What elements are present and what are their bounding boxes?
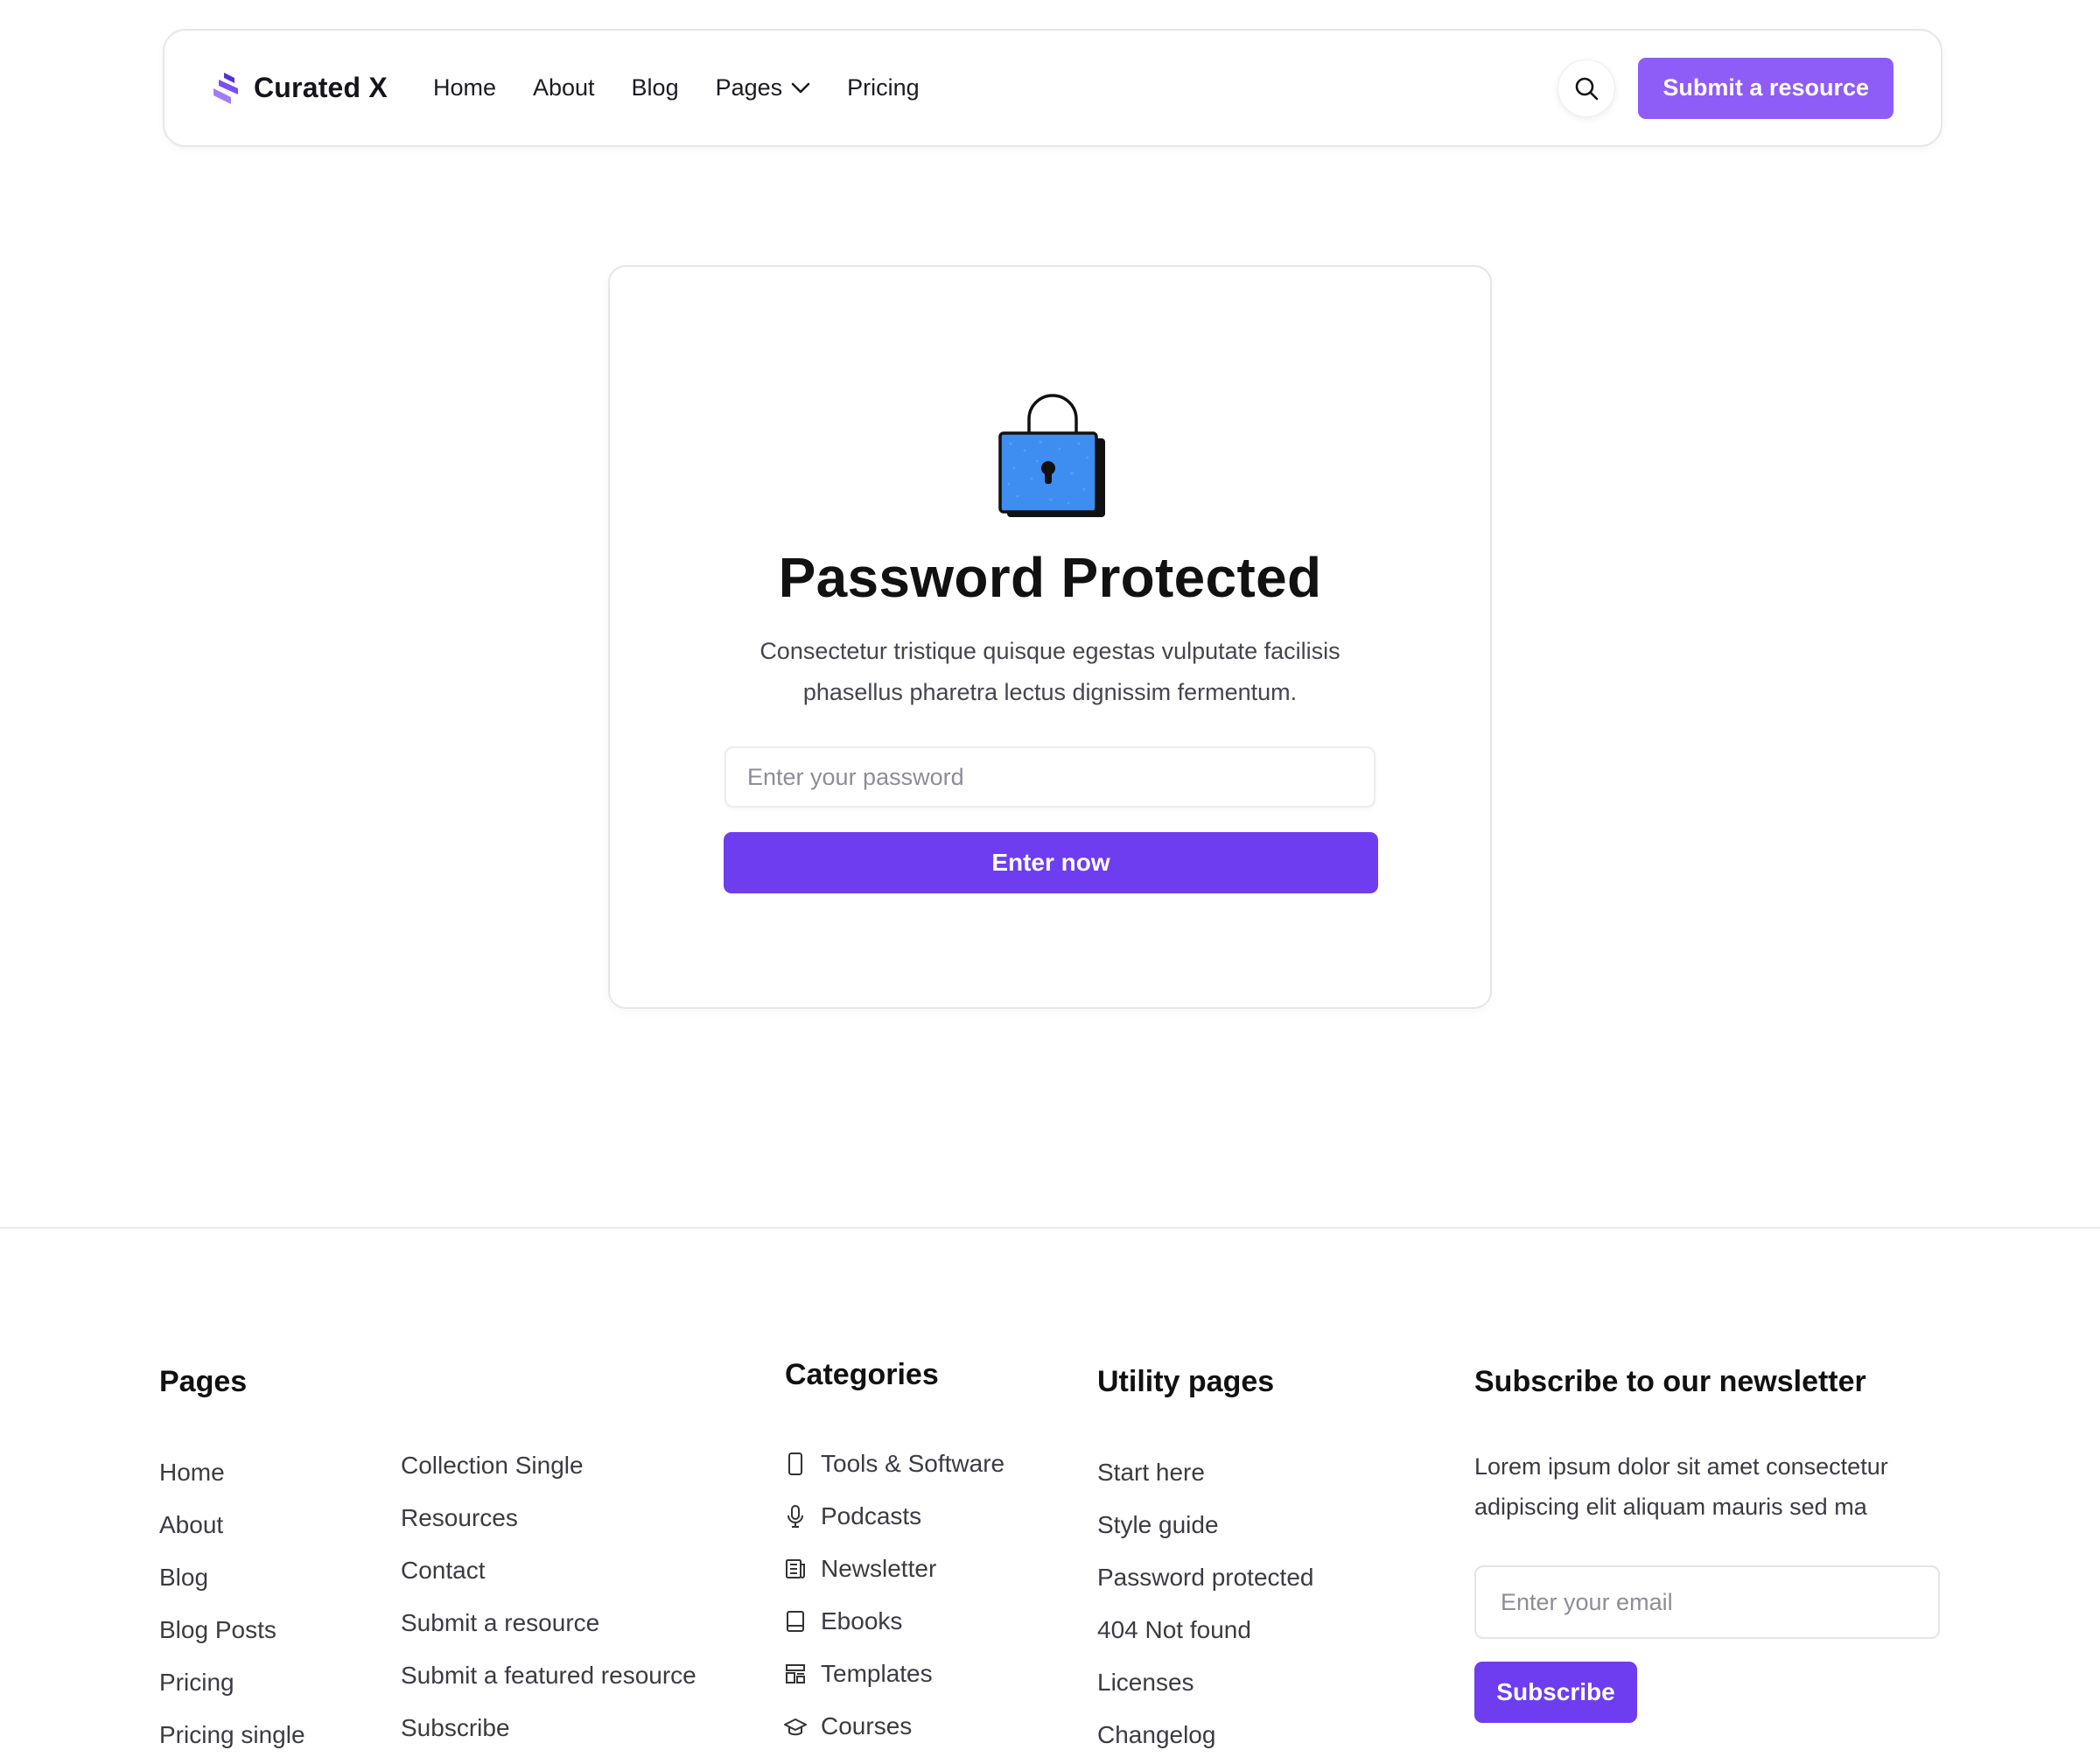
list-item: Blog Posts [159,1604,305,1656]
chevron-down-icon [791,82,810,93]
page: Curated X Home About Blog Pages Pricing … [0,0,2100,1764]
graduation-cap-icon [784,1718,807,1736]
nav-home-label: Home [432,74,496,101]
category-label: Templates [821,1660,933,1687]
book-icon [787,1611,804,1632]
list-item: Tools & Software [784,1438,1004,1490]
list-item: Changelog [1097,1709,1313,1761]
footer-categories-list: Tools & Software Podcasts Newsletter Ebo… [784,1438,1004,1753]
list-item: Blog [159,1551,305,1604]
category-newsletter[interactable]: Newsletter [784,1555,936,1583]
brand-link[interactable]: Curated X [212,71,388,106]
list-item: Templates [784,1648,1004,1700]
footer-link-about[interactable]: About [159,1511,223,1539]
footer-link-blog-posts[interactable]: Blog Posts [159,1616,276,1644]
footer-divider [0,1227,2100,1228]
list-item: Password protected [1097,1551,1313,1604]
list-item: Subscribe [401,1702,696,1754]
footer-pages-list-1: Home About Blog Blog Posts Pricing Prici… [159,1446,305,1761]
list-item: Pricing [159,1656,305,1709]
list-item: About [159,1499,305,1551]
submit-resource-button[interactable]: Submit a resource [1638,57,1894,119]
footer-link-blog[interactable]: Blog [159,1564,208,1592]
search-icon [1576,77,1599,100]
page-title: Password Protected [778,546,1322,609]
category-podcasts[interactable]: Podcasts [784,1502,921,1530]
list-item: Resources [401,1492,696,1544]
nav-blog-label: Blog [631,74,679,101]
nav-pricing-label: Pricing [847,74,920,101]
list-item: Newsletter [784,1543,1004,1595]
list-item: 404 Not found [1097,1604,1313,1656]
category-tools-software[interactable]: Tools & Software [784,1450,1004,1478]
footer-utility-heading: Utility pages [1097,1365,1275,1398]
newsletter-heading: Subscribe to our newsletter [1474,1365,1866,1398]
utility-link-password-protected[interactable]: Password protected [1097,1564,1313,1592]
footer-utility-list: Start here Style guide Password protecte… [1097,1446,1313,1761]
phone-icon [788,1452,802,1475]
footer-link-home[interactable]: Home [159,1459,225,1487]
list-item: Submit a featured resource [401,1649,696,1702]
footer-link-resources[interactable]: Resources [401,1504,518,1532]
category-label: Tools & Software [821,1450,1005,1477]
utility-link-404[interactable]: 404 Not found [1097,1616,1251,1644]
list-item: Courses [784,1700,1004,1753]
footer-link-collection-single[interactable]: Collection Single [401,1452,584,1480]
list-item: Contact [401,1544,696,1597]
curated-x-logo-icon [214,72,238,104]
password-input[interactable] [724,746,1376,808]
page-description: Consectetur tristique quisque egestas vu… [760,638,1340,705]
footer-categories-heading: Categories [785,1358,939,1391]
utility-link-licenses[interactable]: Licenses [1097,1669,1194,1697]
category-label: Courses [821,1712,913,1740]
newspaper-icon [786,1559,805,1578]
template-icon [786,1664,805,1684]
newsletter-email-input[interactable] [1474,1565,1940,1639]
password-card: Password Protected Consectetur tristique… [608,265,1492,1009]
footer-pages-heading: Pages [159,1365,248,1398]
nav-blog[interactable]: Blog [632,74,679,102]
nav-pages-label: Pages [715,74,783,101]
utility-link-start-here[interactable]: Start here [1097,1459,1205,1487]
category-ebooks[interactable]: Ebooks [784,1607,902,1635]
footer-link-subscribe[interactable]: Subscribe [401,1714,510,1742]
list-item: Pricing single [159,1709,305,1761]
newsletter-description: Lorem ipsum dolor sit amet consectetur a… [1474,1453,1888,1520]
list-item: Ebooks [784,1595,1004,1648]
footer-link-pricing-single[interactable]: Pricing single [159,1721,305,1749]
list-item: Podcasts [784,1490,1004,1543]
padlock-icon [998,394,1105,517]
footer-pages-list-2: Collection Single Resources Contact Subm… [401,1439,696,1754]
category-label: Ebooks [821,1607,903,1634]
subscribe-button[interactable]: Subscribe [1474,1662,1637,1723]
footer-link-submit-featured[interactable]: Submit a featured resource [401,1662,696,1690]
category-courses[interactable]: Courses [784,1712,912,1740]
microphone-icon [788,1505,803,1528]
search-button[interactable] [1558,59,1616,117]
list-item: Style guide [1097,1499,1313,1551]
category-templates[interactable]: Templates [784,1660,933,1688]
nav-about[interactable]: About [533,74,595,102]
enter-now-button[interactable]: Enter now [724,832,1378,893]
list-item: Submit a resource [401,1597,696,1649]
header-actions: Submit a resource [1558,57,1894,119]
list-item: Start here [1097,1446,1313,1499]
header: Curated X Home About Blog Pages Pricing … [163,29,1942,147]
footer-link-submit-resource[interactable]: Submit a resource [401,1609,599,1637]
list-item: Home [159,1446,305,1499]
utility-link-changelog[interactable]: Changelog [1097,1721,1215,1749]
footer-link-contact[interactable]: Contact [401,1557,486,1585]
list-item: Collection Single [401,1439,696,1492]
nav-home[interactable]: Home [433,74,496,102]
main-nav: Home About Blog Pages Pricing [433,74,956,102]
nav-about-label: About [532,74,595,101]
nav-pages-dropdown[interactable]: Pages [716,74,811,102]
category-label: Podcasts [821,1502,922,1530]
utility-link-style-guide[interactable]: Style guide [1097,1511,1219,1539]
brand-name: Curated X [254,72,388,103]
footer-link-pricing[interactable]: Pricing [159,1669,234,1697]
nav-pricing[interactable]: Pricing [847,74,920,102]
list-item: Licenses [1097,1656,1313,1709]
category-label: Newsletter [821,1555,937,1582]
